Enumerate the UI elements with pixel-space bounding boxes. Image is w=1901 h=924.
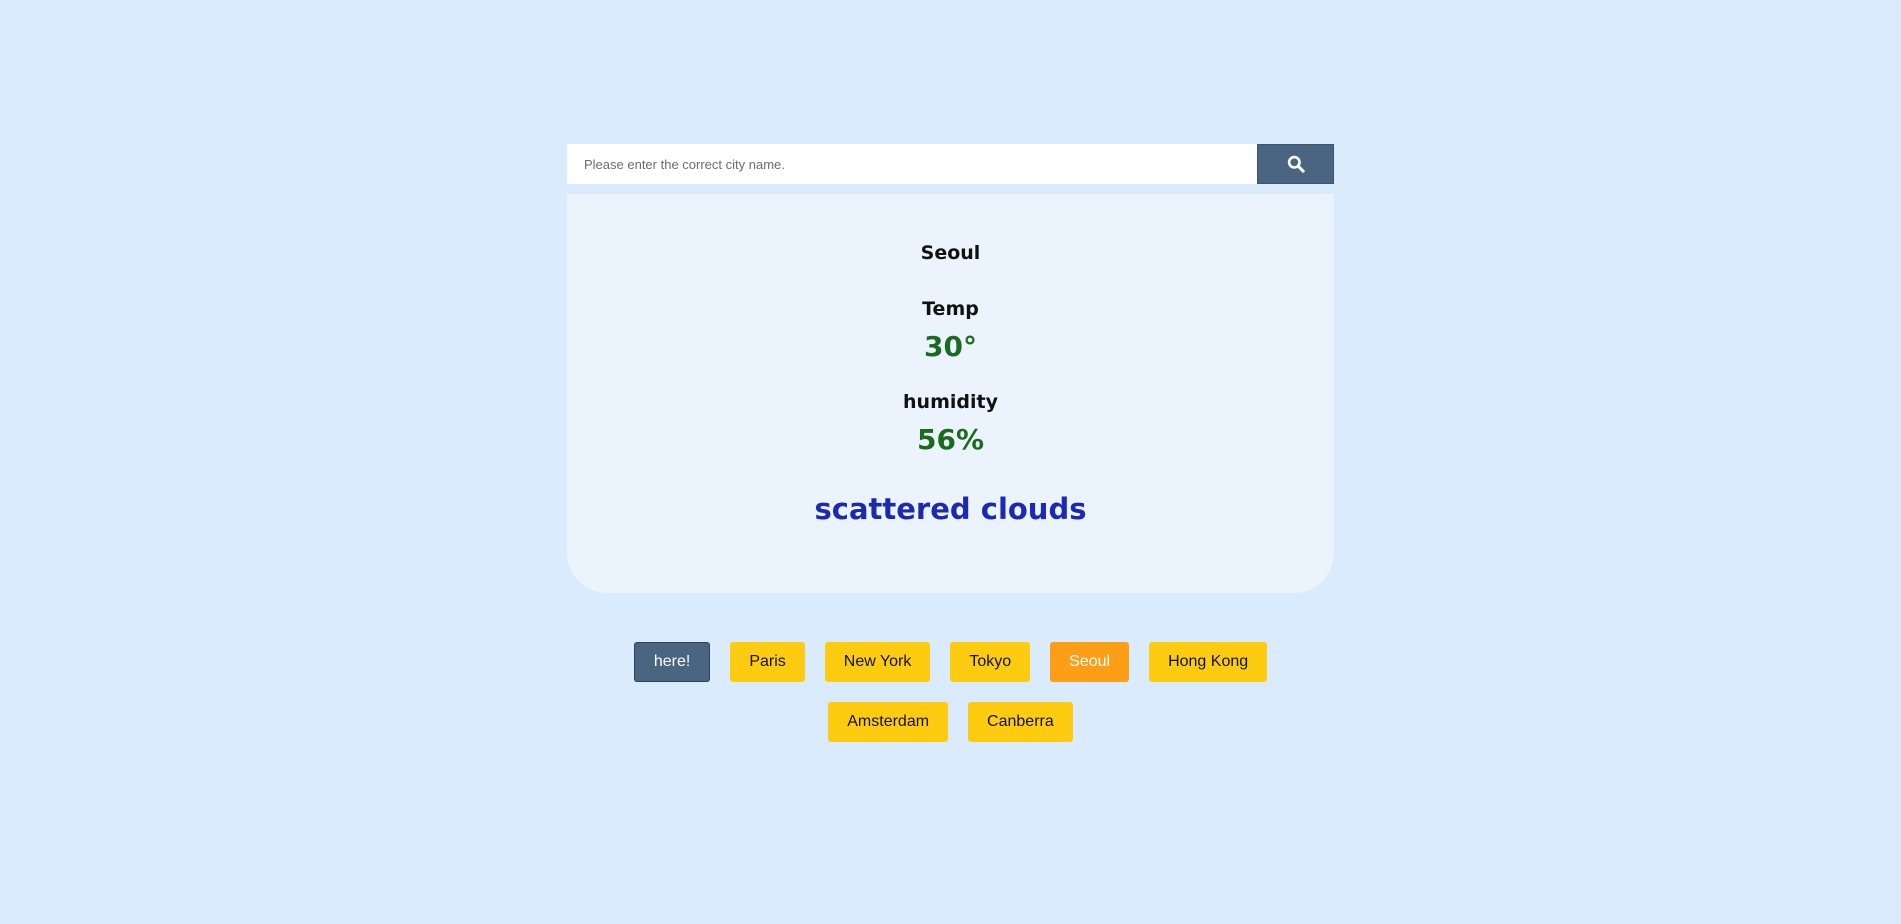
humidity-label: humidity	[903, 391, 998, 413]
weather-app: Seoul Temp 30° humidity 56% scattered cl…	[567, 144, 1334, 593]
city-search-input[interactable]	[567, 144, 1257, 184]
city-button-tokyo[interactable]: Tokyo	[950, 642, 1031, 682]
city-button-seoul[interactable]: Seoul	[1050, 642, 1130, 682]
city-button-paris[interactable]: Paris	[730, 642, 805, 682]
city-button-new-york[interactable]: New York	[824, 642, 931, 682]
city-button-hong-kong[interactable]: Hong Kong	[1149, 642, 1268, 682]
search-button[interactable]	[1257, 144, 1334, 184]
humidity-value: 56%	[916, 423, 985, 456]
weather-description: scattered clouds	[814, 492, 1087, 526]
search-icon	[1287, 155, 1305, 173]
weather-card: Seoul Temp 30° humidity 56% scattered cl…	[567, 194, 1334, 593]
search-bar	[567, 144, 1334, 184]
temp-value: 30°	[924, 330, 977, 363]
city-button-here[interactable]: here!	[633, 642, 711, 682]
city-button-list: here! Paris New York Tokyo Seoul Hong Ko…	[567, 642, 1334, 742]
city-name: Seoul	[920, 242, 981, 264]
city-button-canberra[interactable]: Canberra	[968, 702, 1073, 742]
temp-label: Temp	[922, 298, 979, 320]
city-button-amsterdam[interactable]: Amsterdam	[828, 702, 949, 742]
